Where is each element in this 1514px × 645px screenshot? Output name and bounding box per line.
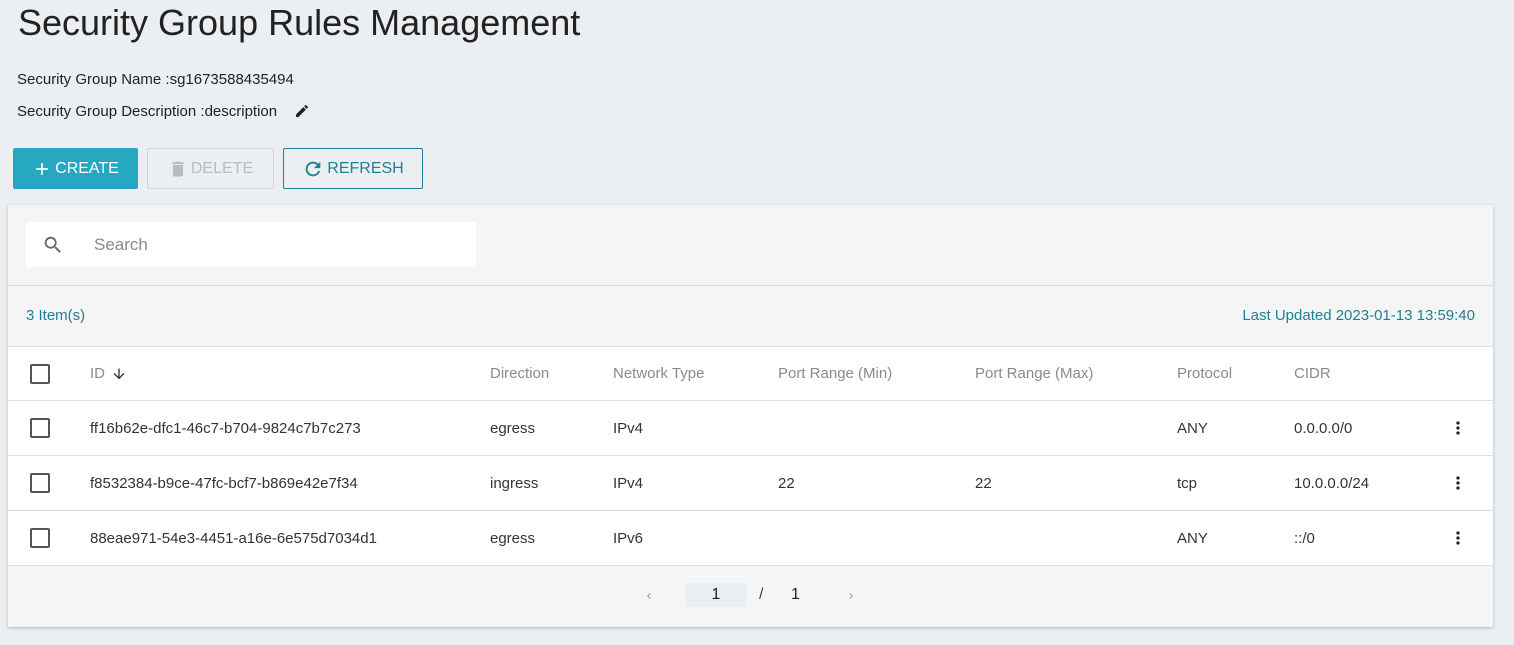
cell-id: f8532384-b9ce-47fc-bcf7-b869e42e7f34: [90, 474, 358, 492]
column-header-id[interactable]: ID: [90, 347, 127, 400]
cell-protocol: tcp: [1177, 474, 1198, 492]
pagination: 1 / 1: [8, 567, 1493, 623]
column-header-id-label: ID: [90, 365, 105, 382]
more-vert-icon[interactable]: [1448, 401, 1468, 455]
security-group-description: Security Group Description : description: [17, 102, 311, 120]
group-desc-label: Security Group Description :: [17, 102, 205, 120]
column-header-port-min: Port Range (Min): [778, 365, 893, 382]
group-desc-value: description: [204, 102, 278, 120]
column-header-direction: Direction: [490, 365, 550, 382]
trash-icon: [168, 158, 188, 180]
cell-port-min: 22: [778, 474, 795, 492]
column-header-port-max: Port Range (Max): [975, 365, 1094, 382]
refresh-icon: [302, 158, 324, 180]
row-checkbox[interactable]: [30, 473, 50, 493]
cell-network-type: IPv4: [613, 419, 644, 437]
table-header-row: ID Direction Network Type Port Range (Mi…: [8, 346, 1493, 401]
row-checkbox[interactable]: [30, 528, 50, 548]
last-updated: Last Updated 2023-01-13 13:59:40: [1242, 307, 1475, 324]
search-box: [26, 222, 476, 267]
refresh-button-label: REFRESH: [327, 159, 404, 177]
cell-cidr: 10.0.0.0/24: [1294, 474, 1370, 492]
cell-network-type: IPv4: [613, 474, 644, 492]
cell-cidr: ::/0: [1294, 529, 1315, 547]
plus-icon: [32, 159, 52, 179]
column-header-cidr: CIDR: [1294, 365, 1331, 382]
group-name-label: Security Group Name :: [17, 71, 170, 88]
page-number-input[interactable]: 1: [685, 583, 747, 607]
row-checkbox[interactable]: [30, 418, 50, 438]
rules-panel: 3 Item(s) Last Updated 2023-01-13 13:59:…: [8, 205, 1493, 627]
rules-table: ID Direction Network Type Port Range (Mi…: [8, 346, 1493, 566]
arrow-down-icon: [111, 366, 127, 382]
cell-id: 88eae971-54e3-4451-a16e-6e575d7034d1: [90, 529, 377, 547]
page-title: Security Group Rules Management: [18, 2, 581, 43]
cell-direction: ingress: [490, 474, 539, 492]
column-header-network-type: Network Type: [613, 365, 705, 382]
group-name-value: sg1673588435494: [169, 71, 294, 88]
security-group-name: Security Group Name : sg1673588435494: [17, 71, 294, 88]
delete-button-label: DELETE: [190, 159, 254, 177]
cell-direction: egress: [490, 419, 536, 437]
page-separator: /: [759, 586, 764, 603]
more-vert-icon[interactable]: [1448, 511, 1468, 565]
cell-cidr: 0.0.0.0/0: [1294, 419, 1353, 437]
refresh-button[interactable]: REFRESH: [283, 148, 423, 189]
chevron-right-icon[interactable]: [844, 589, 858, 603]
pencil-icon[interactable]: [293, 102, 311, 120]
search-input[interactable]: [94, 234, 454, 255]
column-header-protocol: Protocol: [1177, 365, 1233, 382]
create-button-label: CREATE: [55, 159, 119, 177]
table-row: f8532384-b9ce-47fc-bcf7-b869e42e7f34 ing…: [8, 456, 1493, 511]
cell-protocol: ANY: [1177, 529, 1208, 547]
create-button[interactable]: CREATE: [13, 148, 138, 189]
divider: [8, 285, 1493, 286]
cell-network-type: IPv6: [613, 529, 644, 547]
delete-button[interactable]: DELETE: [147, 148, 274, 189]
more-vert-icon[interactable]: [1448, 456, 1468, 510]
cell-id: ff16b62e-dfc1-46c7-b704-9824c7b7c273: [90, 419, 361, 437]
cell-direction: egress: [490, 529, 536, 547]
select-all-checkbox[interactable]: [30, 363, 50, 384]
page-total: 1: [791, 586, 800, 603]
search-icon: [42, 234, 64, 256]
table-row: 88eae971-54e3-4451-a16e-6e575d7034d1 egr…: [8, 511, 1493, 566]
toolbar: CREATE DELETE REFRESH: [13, 148, 423, 189]
table-row: ff16b62e-dfc1-46c7-b704-9824c7b7c273 egr…: [8, 401, 1493, 456]
cell-port-max: 22: [975, 474, 992, 492]
items-count: 3 Item(s): [26, 307, 86, 324]
chevron-left-icon[interactable]: [642, 589, 656, 603]
cell-protocol: ANY: [1177, 419, 1208, 437]
